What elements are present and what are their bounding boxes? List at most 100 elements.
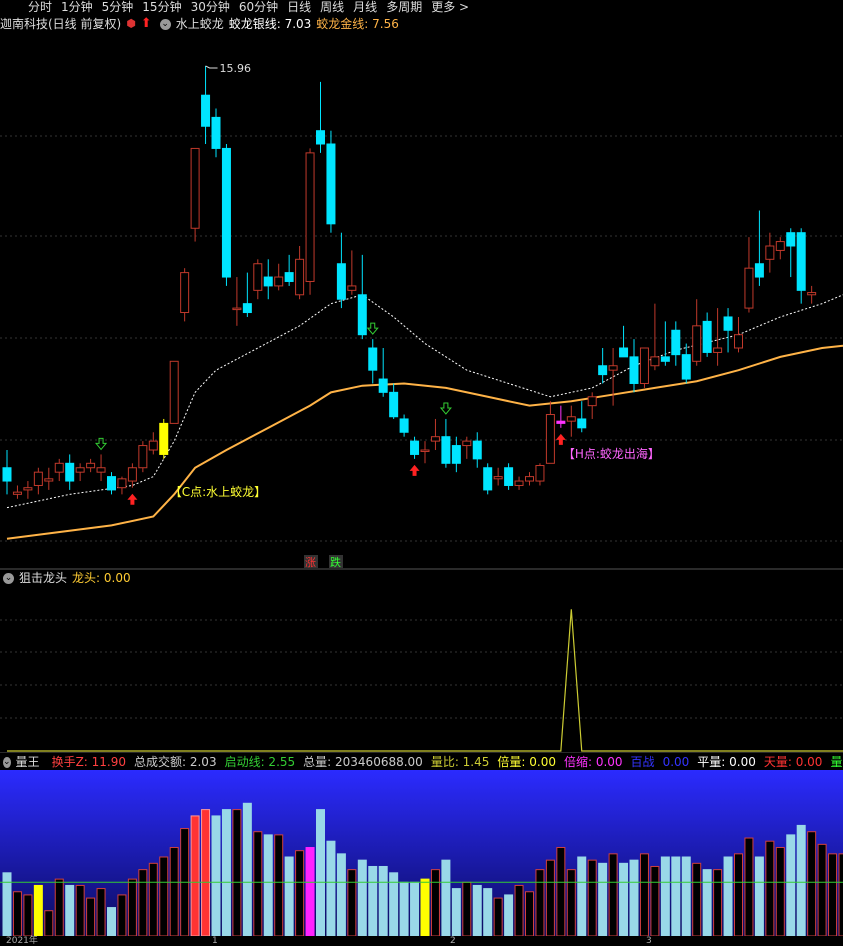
candle-28 <box>295 246 305 300</box>
candle-23 <box>242 272 252 317</box>
candle-body <box>357 294 367 336</box>
candle-body <box>775 241 785 251</box>
candle-body <box>525 476 534 482</box>
candle-43 <box>451 436 461 473</box>
volume-bar-51 <box>535 869 545 937</box>
candle-body <box>107 476 116 491</box>
candle-body <box>211 116 221 149</box>
candle-body <box>253 263 263 291</box>
candle-body <box>545 414 555 464</box>
volume-bar-20 <box>211 815 221 937</box>
volume-bar-53 <box>556 847 566 937</box>
volume-bar-2 <box>23 894 33 937</box>
volume-bar-chart[interactable] <box>0 770 843 945</box>
candle-body <box>378 378 388 393</box>
volume-bar-19 <box>201 809 211 937</box>
volume-bar-22 <box>232 809 242 937</box>
longtou-line-chart[interactable] <box>0 570 843 753</box>
candle-body <box>556 420 566 424</box>
volume-legend-item-6: 倍缩: 0.00 <box>563 755 623 769</box>
candle-64 <box>671 321 681 366</box>
volume-bar-74 <box>775 847 785 937</box>
candle-13 <box>138 441 148 473</box>
candle-49 <box>514 476 524 490</box>
volume-legend-item-8: 0.00 <box>662 755 690 769</box>
candle-71 <box>744 237 754 313</box>
sub2-name[interactable]: 量王 <box>16 754 40 770</box>
candle-body <box>33 471 43 486</box>
volume-bar-33 <box>347 869 357 937</box>
volume-bar-38 <box>399 881 409 937</box>
candle-body <box>284 272 294 282</box>
candle-34 <box>357 254 367 340</box>
candle-body <box>598 365 608 376</box>
candle-11 <box>117 476 127 495</box>
volume-bar-43 <box>451 888 461 937</box>
volume-bar-27 <box>284 856 294 937</box>
candle-42 <box>441 418 451 468</box>
candle-body <box>796 232 806 291</box>
candle-51 <box>535 463 545 486</box>
candle-30 <box>316 81 325 153</box>
volume-bar-16 <box>169 847 179 937</box>
main-candlestick-chart[interactable]: 15.96 【C点:水上蛟龙】 【H点:蛟龙出海】涨 跌 <box>0 0 843 570</box>
volume-bar-25 <box>263 834 273 937</box>
candle-body <box>127 467 137 482</box>
volume-bar-59 <box>619 862 629 937</box>
candle-body <box>681 354 691 380</box>
candle-body <box>138 445 148 469</box>
candle-10 <box>107 472 116 495</box>
volume-bar-15 <box>159 856 169 937</box>
candle-body <box>577 418 587 429</box>
volume-bar-32 <box>336 853 346 937</box>
candle-54 <box>566 405 576 437</box>
candle-19 <box>201 65 211 144</box>
candle-1 <box>12 485 22 499</box>
candle-body <box>514 480 524 486</box>
candle-74 <box>775 237 785 260</box>
candle-36 <box>378 348 388 397</box>
volume-legend-item-1: 总成交额: 2.03 <box>134 755 217 769</box>
volume-bar-35 <box>368 865 378 937</box>
candle-body <box>430 436 440 442</box>
volume-bar-58 <box>608 853 618 937</box>
buy-arrow-icon-2 <box>555 433 566 445</box>
volume-bar-65 <box>681 856 691 937</box>
x-axis-labels: 2021年 1 2 3 <box>0 937 843 946</box>
volume-bar-41 <box>430 869 440 937</box>
candle-22 <box>232 277 242 326</box>
candle-body <box>619 347 629 358</box>
candle-75 <box>786 228 796 278</box>
volume-bar-69 <box>723 856 733 937</box>
sub2-legend: ⌄ 量王 换手Z: 11.90 总成交额: 2.03 启动线: 2.55 总量: 20… <box>0 754 843 770</box>
candle-body <box>765 245 775 260</box>
candle-8 <box>86 458 96 473</box>
candle-body <box>305 152 315 282</box>
candle-body <box>389 391 399 418</box>
candle-body <box>723 316 733 331</box>
candle-body <box>190 147 200 229</box>
volume-legend-item-9: 平量: 0.00 <box>697 755 756 769</box>
volume-bar-39 <box>410 881 420 937</box>
buy-arrow-icon-1 <box>409 464 420 476</box>
candle-72 <box>754 210 764 286</box>
volume-bar-77 <box>807 831 817 937</box>
volume-bar-14 <box>148 862 158 937</box>
candle-body <box>472 440 482 460</box>
volume-legend-item-5: 倍量: 0.00 <box>497 755 556 769</box>
volume-bar-30 <box>316 809 325 937</box>
candle-body <box>2 467 12 482</box>
candle-73 <box>765 232 775 273</box>
candle-body <box>295 258 305 296</box>
volume-bar-44 <box>462 881 472 937</box>
candle-body <box>263 276 273 287</box>
candle-61 <box>639 347 649 388</box>
candle-body <box>566 416 576 422</box>
volume-bar-55 <box>577 856 587 937</box>
candle-50 <box>525 472 534 486</box>
candle-body <box>493 476 503 480</box>
volume-legend-item-0: 换手Z: 11.90 <box>51 755 126 769</box>
candle-16 <box>169 360 179 424</box>
volume-legend-item-11: 量王: 0.00 <box>830 755 843 769</box>
chevron-down-icon[interactable]: ⌄ <box>3 756 11 768</box>
